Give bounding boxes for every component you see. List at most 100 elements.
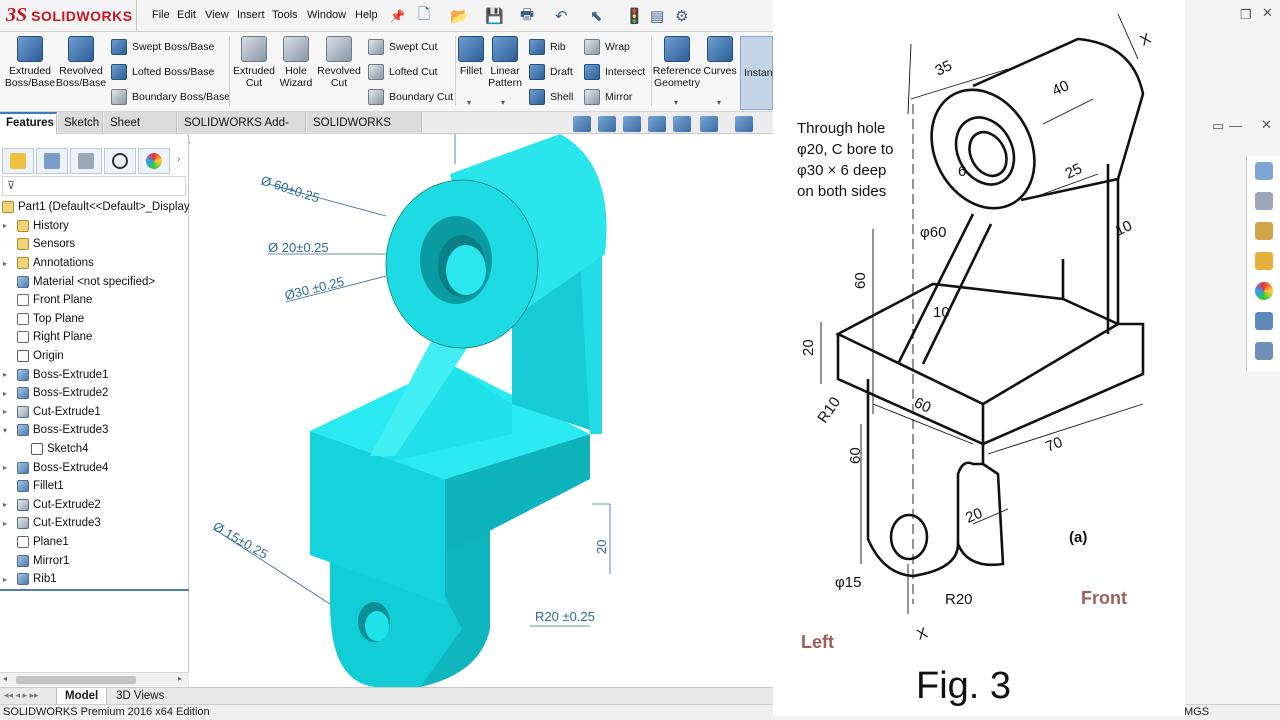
tree-item-material[interactable]: Material <not specified> bbox=[0, 272, 189, 291]
more-tabs-chevron-icon[interactable]: › bbox=[177, 154, 180, 165]
scroll-right-icon[interactable]: ▸ bbox=[178, 674, 182, 683]
tree-horizontal-scrollbar[interactable]: ◂ ▸ bbox=[0, 672, 189, 686]
model-dim-r20[interactable]: R20 ±0.25 bbox=[535, 609, 595, 624]
view-orientation-icon[interactable] bbox=[700, 116, 718, 132]
forum-icon[interactable] bbox=[1255, 342, 1273, 360]
model-viewport[interactable]: Ø 60±0.25 Ø 20±0.25 Ø30 ±0.25 Ø 15±0.25 … bbox=[190, 134, 773, 687]
dimxpertmanager-tab[interactable] bbox=[104, 148, 136, 174]
model-dim-d15[interactable]: Ø 15±0.25 bbox=[211, 519, 271, 562]
select-icon[interactable]: ⬉ bbox=[590, 6, 603, 26]
expand-arrow-icon[interactable]: ▸ bbox=[3, 259, 11, 268]
boundary-boss-button[interactable]: Boundary Boss/Base bbox=[111, 87, 230, 107]
intersect-button[interactable]: Intersect bbox=[584, 62, 645, 82]
lofted-cut-button[interactable]: Lofted Cut bbox=[368, 62, 437, 82]
expand-arrow-icon[interactable]: ▸ bbox=[3, 370, 11, 379]
scroll-left-icon[interactable]: ◂ bbox=[3, 674, 7, 683]
expand-arrow-icon[interactable]: ▸ bbox=[3, 463, 11, 472]
options-gear-icon[interactable]: ⚙ bbox=[675, 6, 688, 26]
tab-features[interactable]: Features bbox=[0, 112, 57, 134]
tree-item-boss-extrude3[interactable]: ▾ Boss-Extrude3 bbox=[0, 421, 189, 440]
tab-3d-views[interactable]: 3D Views bbox=[108, 688, 172, 704]
tab-navigation-arrows-icon[interactable]: ◂◂ ◂ ▸ ▸▸ bbox=[4, 690, 39, 701]
previous-view-icon[interactable] bbox=[623, 116, 641, 132]
linear-pattern-button[interactable]: Linear Pattern bbox=[487, 36, 523, 89]
tree-item-cut-extrude2[interactable]: ▸ Cut-Extrude2 bbox=[0, 496, 189, 515]
reference-dropdown-icon[interactable]: ▾ bbox=[674, 98, 678, 107]
model-dim-d20h[interactable]: 20 bbox=[594, 540, 609, 554]
tree-item-boss-extrude2[interactable]: ▸ Boss-Extrude2 bbox=[0, 384, 189, 403]
tree-item-part1[interactable]: Part1 (Default<<Default>_Display bbox=[0, 198, 190, 217]
app-restore-icon[interactable]: ❐ bbox=[1240, 7, 1252, 23]
zoom-to-fit-icon[interactable] bbox=[573, 116, 591, 132]
file-explorer-icon[interactable] bbox=[1255, 222, 1273, 240]
curves-button[interactable]: Curves bbox=[703, 36, 737, 77]
expand-arrow-icon[interactable]: ▾ bbox=[3, 426, 11, 435]
tab-sketch[interactable]: Sketch bbox=[58, 112, 103, 134]
swept-cut-button[interactable]: Swept Cut bbox=[368, 37, 437, 57]
tree-item-plane1[interactable]: Plane1 bbox=[0, 533, 189, 552]
expand-arrow-icon[interactable]: ▸ bbox=[3, 407, 11, 416]
lofted-boss-button[interactable]: Lofted Boss/Base bbox=[111, 62, 214, 82]
view-palette-icon[interactable] bbox=[1255, 252, 1273, 270]
mirror-button[interactable]: Mirror bbox=[584, 87, 632, 107]
model-3d-part[interactable] bbox=[310, 134, 607, 687]
reference-geometry-button[interactable]: Reference Geometry bbox=[652, 36, 702, 89]
extruded-boss-button[interactable]: Extruded Boss/Base bbox=[5, 36, 55, 89]
menu-insert[interactable]: Insert bbox=[237, 9, 265, 21]
solidworks-resources-icon[interactable] bbox=[1255, 162, 1273, 180]
tab-addins[interactable]: SOLIDWORKS Add-Ins bbox=[178, 112, 306, 151]
tree-item-mirror1[interactable]: Mirror1 bbox=[0, 551, 189, 570]
pattern-dropdown-icon[interactable]: ▾ bbox=[501, 98, 505, 107]
model-dim-d40[interactable]: 40 bbox=[489, 134, 507, 135]
tree-item-sketch4[interactable]: Sketch4 bbox=[0, 440, 189, 459]
graphics-area[interactable]: Ø 60±0.25 Ø 20±0.25 Ø30 ±0.25 Ø 15±0.25 … bbox=[190, 134, 773, 687]
tree-filter-input[interactable]: ⊽ bbox=[2, 176, 186, 196]
model-dim-d60[interactable]: Ø 60±0.25 bbox=[259, 173, 321, 206]
expand-arrow-icon[interactable]: ▸ bbox=[3, 389, 11, 398]
save-icon[interactable]: 💾 bbox=[485, 6, 504, 26]
appearances-icon[interactable] bbox=[1255, 282, 1273, 300]
extruded-cut-button[interactable]: Extruded Cut bbox=[232, 36, 276, 89]
expand-arrow-icon[interactable]: ▸ bbox=[3, 221, 11, 230]
boundary-cut-button[interactable]: Boundary Cut bbox=[368, 87, 453, 107]
custom-properties-icon[interactable] bbox=[1255, 312, 1273, 330]
featuremanager-tab[interactable] bbox=[2, 148, 34, 174]
rebuild-icon[interactable]: 🚦 bbox=[625, 6, 644, 26]
fillet-button[interactable]: Fillet bbox=[457, 36, 485, 77]
tree-item-boss-extrude1[interactable]: ▸ Boss-Extrude1 bbox=[0, 365, 189, 384]
tree-item-top[interactable]: Top Plane bbox=[0, 310, 189, 329]
curves-dropdown-icon[interactable]: ▾ bbox=[717, 98, 721, 107]
menu-view[interactable]: View bbox=[205, 9, 229, 21]
solidworks-logo[interactable]: 3S SOLIDWORKS bbox=[6, 4, 133, 27]
menu-help[interactable]: Help bbox=[355, 9, 378, 21]
display-style-icon[interactable] bbox=[735, 116, 753, 132]
tab-model[interactable]: Model bbox=[56, 688, 108, 704]
fillet-dropdown-icon[interactable]: ▾ bbox=[467, 98, 471, 107]
tree-item-cut-extrude1[interactable]: ▸ Cut-Extrude1 bbox=[0, 403, 189, 422]
menu-tools[interactable]: Tools bbox=[272, 9, 298, 21]
scrollbar-thumb[interactable] bbox=[16, 676, 136, 684]
menu-window[interactable]: Window bbox=[307, 9, 346, 21]
new-document-icon[interactable]: 🗋 bbox=[418, 6, 430, 26]
configurationmanager-tab[interactable] bbox=[70, 148, 102, 174]
draft-button[interactable]: Draft bbox=[529, 62, 573, 82]
tree-item-annotations[interactable]: ▸ Annotations bbox=[0, 254, 189, 273]
tree-item-front[interactable]: Front Plane bbox=[0, 291, 189, 310]
zoom-area-icon[interactable] bbox=[598, 116, 616, 132]
model-dim-d30[interactable]: Ø30 ±0.25 bbox=[283, 274, 345, 303]
print-icon[interactable]: 🖶 bbox=[520, 6, 534, 26]
open-document-icon[interactable]: 📂 bbox=[450, 6, 469, 26]
wrap-button[interactable]: Wrap bbox=[584, 37, 630, 57]
propertymanager-tab[interactable] bbox=[36, 148, 68, 174]
restore-icon[interactable]: ▭ bbox=[1212, 118, 1224, 134]
minimize-icon[interactable]: — bbox=[1229, 118, 1242, 133]
menu-edit[interactable]: Edit bbox=[177, 9, 196, 21]
design-library-icon[interactable] bbox=[1255, 192, 1273, 210]
tree-item-history[interactable]: ▸ History bbox=[0, 217, 189, 236]
dynamic-annotation-icon[interactable] bbox=[673, 116, 691, 132]
revolved-boss-button[interactable]: Revolved Boss/Base bbox=[56, 36, 106, 89]
section-view-icon[interactable] bbox=[648, 116, 666, 132]
tree-item-cut-extrude3[interactable]: ▸ Cut-Extrude3 bbox=[0, 514, 189, 533]
tree-item-fillet1[interactable]: Fillet1 bbox=[0, 477, 189, 496]
expand-arrow-icon[interactable]: ▸ bbox=[3, 500, 11, 509]
